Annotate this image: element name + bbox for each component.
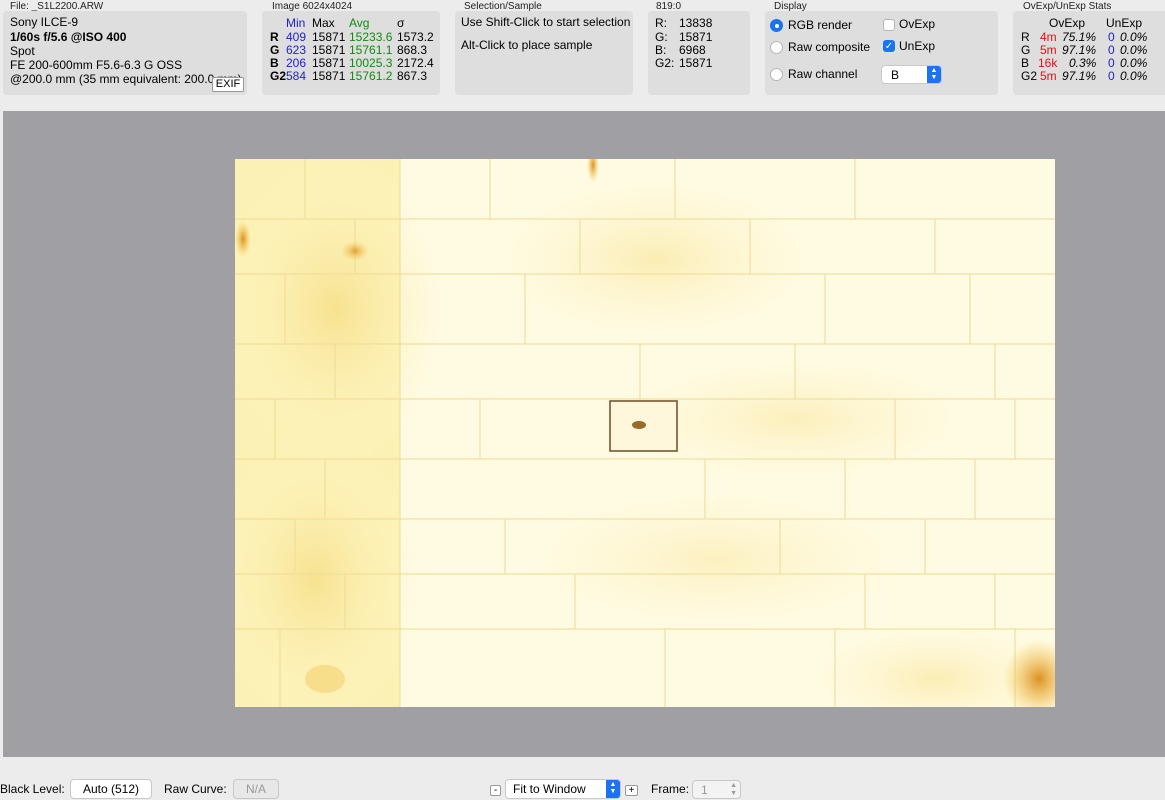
sample-value: 13838 (679, 16, 713, 30)
stepper-arrows-icon[interactable]: ▲ ▼ (730, 782, 737, 798)
zoom-in-button[interactable]: + (625, 785, 638, 796)
display-panel: RGB render Raw composite Raw channel OvE… (765, 11, 998, 95)
raw-channel-label[interactable]: Raw channel (788, 67, 857, 81)
chevron-updown-icon: ▲ ▼ (606, 780, 620, 798)
unexp-checkbox[interactable]: ✓ (883, 40, 895, 52)
zoom-out-button[interactable]: - (490, 785, 501, 796)
zoom-select[interactable]: Fit to Window ▲ ▼ (505, 779, 621, 799)
frame-label: Frame: (651, 782, 690, 796)
avg-header: Avg (349, 16, 370, 30)
ovstats-panel: OvExp UnExp R 4m 75.1% 0 0.0% G 5m 97.1%… (1013, 11, 1165, 95)
frame-value: 1 (701, 783, 708, 797)
raw-composite-radio[interactable] (770, 41, 783, 54)
channel-label: G2 (1021, 69, 1038, 83)
sigma-header: σ (397, 16, 405, 30)
channel-select[interactable]: B ▲ ▼ (881, 65, 942, 84)
raw-composite-label[interactable]: Raw composite (788, 40, 870, 54)
channel-select-value: B (891, 68, 900, 82)
ovexp-label[interactable]: OvExp (899, 17, 935, 31)
black-level-label: Black Level: (0, 782, 65, 796)
file-info-panel: Sony ILCE-9 1/60s f/5.6 @ISO 400 Spot FE… (3, 11, 247, 95)
min-value: 584 (286, 69, 307, 83)
image-stats-panel: Min Max Avg σ R 409 15871 15233.6 1573.2… (262, 11, 440, 95)
min-header: Min (286, 16, 306, 30)
ovexp-header: OvExp (1049, 16, 1086, 30)
max-header: Max (312, 16, 335, 30)
rgb-render-radio[interactable] (770, 19, 783, 32)
max-value: 15871 (312, 69, 346, 83)
sample-hint: Alt-Click to place sample (461, 38, 593, 52)
ovexp-checkbox[interactable] (883, 19, 895, 31)
raw-channel-radio[interactable] (770, 68, 783, 81)
focal-length: @200.0 mm (35 mm equivalent: 200.0 mm) (10, 72, 242, 86)
unexp-count: 0 (1108, 69, 1115, 83)
metering-mode: Spot (10, 44, 35, 58)
raw-curve-button[interactable]: N/A (233, 779, 279, 799)
stone-wall-image (235, 159, 1055, 707)
sample-channel-label: R: (655, 16, 667, 30)
lens-name: FE 200-600mm F5.6-6.3 G OSS (10, 58, 183, 72)
avg-value: 15761.2 (349, 69, 393, 83)
channel-label: G2 (270, 69, 287, 83)
ovexp-count: 5m (1040, 69, 1057, 83)
unexp-header: UnExp (1106, 16, 1143, 30)
unexp-percent: 0.0% (1120, 69, 1148, 83)
ovexp-percent: 97.1% (1062, 69, 1097, 83)
exposure-settings: 1/60s f/5.6 @ISO 400 (10, 30, 127, 44)
frame-stepper[interactable]: 1 ▲ ▼ (692, 780, 741, 799)
unexp-label[interactable]: UnExp (899, 39, 935, 53)
sample-values-panel: R: 13838 G: 15871 B: 6968 G2: 15871 (648, 11, 750, 95)
black-level-button[interactable]: Auto (512) (70, 779, 152, 799)
image-viewer[interactable] (3, 111, 1165, 757)
selection-panel: Use Shift-Click to start selection Alt-C… (455, 11, 633, 95)
exif-button[interactable]: EXIF (212, 77, 244, 92)
sigma-value: 867.3 (397, 69, 428, 83)
raw-curve-label: Raw Curve: (164, 782, 227, 796)
chevron-updown-icon: ▲ ▼ (927, 66, 941, 83)
selection-hint: Use Shift-Click to start selection (461, 15, 631, 29)
camera-model: Sony ILCE-9 (10, 15, 79, 29)
sample-channel-label: G2: (655, 56, 675, 70)
sample-value: 15871 (679, 56, 713, 70)
zoom-select-value: Fit to Window (513, 782, 586, 796)
rgb-render-label[interactable]: RGB render (788, 18, 852, 32)
raw-image-preview[interactable] (235, 159, 1055, 707)
